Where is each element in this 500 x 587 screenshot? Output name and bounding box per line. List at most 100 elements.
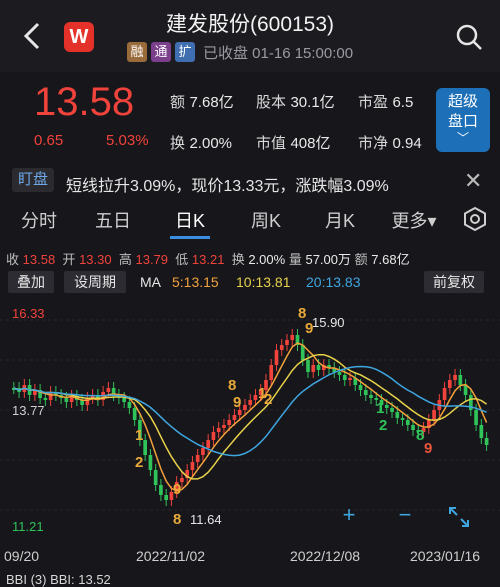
candle-body <box>306 360 310 372</box>
candle-body <box>337 372 342 375</box>
candle-body <box>195 455 200 462</box>
overlay-button[interactable]: 叠加 <box>8 271 54 293</box>
tab-intraday[interactable]: 分时 <box>14 202 64 240</box>
high-price-marker: 15.90 <box>312 315 345 330</box>
candlestick-chart[interactable]: 12988912891289 <box>0 296 500 546</box>
candle-body <box>369 395 373 398</box>
set-period-button[interactable]: 设周期 <box>64 271 126 293</box>
candle-body <box>211 432 216 440</box>
signal-marker: 9 <box>424 440 432 457</box>
news-alert[interactable]: 短线拉升3.09%，现价13.33元，涨跌幅3.09% <box>66 172 389 196</box>
chevron-down-icon: ﹀ <box>456 131 469 145</box>
low-price-marker: 11.64 <box>190 512 222 527</box>
date-label-3: 2022/12/08 <box>290 548 361 564</box>
candle-body <box>269 365 274 380</box>
candle-body <box>358 385 363 390</box>
candle-body <box>279 345 284 350</box>
date-label-2: 2022/11/02 <box>136 548 206 564</box>
stock-title: 建发股份(600153) <box>165 13 335 36</box>
candle-body <box>164 495 169 500</box>
tag-expand[interactable]: 扩 <box>175 42 195 62</box>
candle-body <box>274 350 279 365</box>
market-status: 已收盘 01-16 15:00:00 <box>203 44 354 62</box>
candle-body <box>363 390 368 395</box>
candle-body <box>458 375 463 385</box>
signal-marker: 9 <box>173 481 181 498</box>
candle-body <box>143 440 147 455</box>
tab-more[interactable]: 更多▾ <box>384 202 444 240</box>
candle-body <box>253 395 258 400</box>
ma-label: MA <box>140 274 161 290</box>
pb-field: 市净 0.94 <box>358 135 422 152</box>
candle-body <box>122 398 126 402</box>
candle-body <box>216 428 221 432</box>
forward-adjust-button[interactable]: 前复权 <box>424 271 484 293</box>
y-axis-high: 16.33 <box>12 306 45 321</box>
turnover-field: 换 2.00% <box>170 135 233 152</box>
candle-body <box>127 402 132 408</box>
mktcap-field: 市值 408亿 <box>256 135 331 152</box>
candle-body <box>474 410 478 425</box>
candle-body <box>316 365 321 370</box>
candle-body <box>342 375 347 380</box>
active-tab-indicator <box>170 236 210 239</box>
zoom-in-icon[interactable]: + <box>336 502 362 528</box>
candle-body <box>484 438 489 445</box>
price-change: 0.65 <box>34 132 64 149</box>
tab-weekly-k[interactable]: 周K <box>240 202 292 240</box>
ma20-value: 20:13.83 <box>306 274 361 290</box>
candle-body <box>395 412 400 418</box>
candle-body <box>390 408 394 412</box>
candle-body <box>227 420 232 425</box>
zoom-out-icon[interactable]: − <box>392 502 418 528</box>
signal-marker: 8 <box>228 377 236 394</box>
ma5-value: 5:13.15 <box>172 274 219 290</box>
candle-body <box>447 380 452 388</box>
candle-body <box>479 425 484 438</box>
candle-body <box>442 388 447 400</box>
signal-marker: 1 <box>376 400 384 417</box>
candle-body <box>222 425 226 428</box>
amount-field: 额 7.68亿 <box>170 94 234 111</box>
candle-body <box>311 365 316 372</box>
search-icon[interactable] <box>454 22 484 52</box>
candle-body <box>411 425 415 430</box>
super-btn-line1: 超级 <box>447 93 478 110</box>
candle-body <box>285 340 289 345</box>
tag-connect[interactable]: 通 <box>151 42 171 62</box>
date-label-4: 2023/01/16 <box>410 548 481 564</box>
date-label-1: 09/20 <box>4 548 40 564</box>
candle-body <box>400 418 405 420</box>
fullscreen-icon[interactable] <box>446 504 472 530</box>
candle-body <box>243 405 247 410</box>
super-orderbook-button[interactable]: 超级 盘口 ﹀ <box>436 88 490 152</box>
candle-body <box>201 448 205 455</box>
close-icon[interactable]: ✕ <box>464 168 482 194</box>
signal-marker: 8 <box>173 511 181 528</box>
tab-daily-k[interactable]: 日K <box>164 202 216 240</box>
candle-body <box>206 440 211 448</box>
candle-body <box>405 420 410 425</box>
candle-body <box>132 408 137 420</box>
candle-body <box>248 400 253 405</box>
tab-5day[interactable]: 五日 <box>88 202 138 240</box>
candle-body <box>384 405 389 408</box>
candle-body <box>432 410 436 420</box>
candle-body <box>159 485 163 495</box>
signal-marker: 1 <box>135 427 143 444</box>
candle-body <box>64 398 69 402</box>
price-change-pct: 5.03% <box>106 132 149 149</box>
ohlc-stats: 收 13.58 开 13.30 高 13.79 低 13.21 换 2.00% … <box>6 252 410 267</box>
ma5-line <box>13 342 488 492</box>
capital-field: 股本 30.1亿 <box>256 94 335 111</box>
y-axis-mid: 13.77 <box>12 403 45 418</box>
super-btn-line2: 盘口 <box>447 113 478 130</box>
settings-hex-icon[interactable] <box>462 206 488 232</box>
tab-monthly-k[interactable]: 月K <box>314 202 366 240</box>
signal-marker: 2 <box>264 391 272 408</box>
ma10-value: 10:13.81 <box>236 274 291 290</box>
candle-body <box>106 388 111 392</box>
watch-tag[interactable]: 盯盘 <box>12 168 54 192</box>
tag-margin[interactable]: 融 <box>127 42 147 62</box>
candle-body <box>148 455 153 470</box>
